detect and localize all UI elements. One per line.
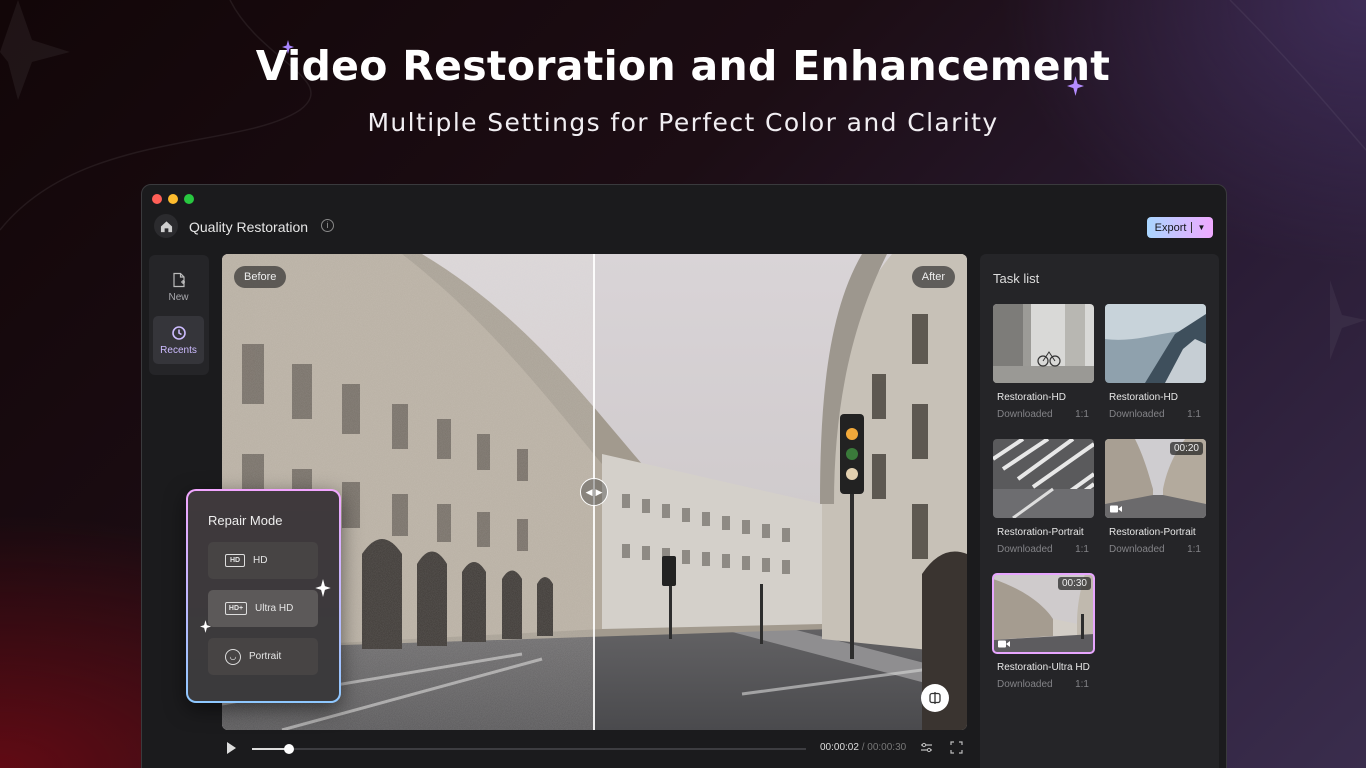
chevron-down-icon[interactable]: ▼ <box>1197 223 1205 232</box>
sparkle-icon <box>1067 76 1084 96</box>
sidebar-item-new[interactable]: New <box>153 263 204 311</box>
repair-option-label: HD <box>253 555 268 566</box>
home-button[interactable] <box>154 214 178 238</box>
task-status: Downloaded <box>997 409 1053 420</box>
repair-mode-title: Repair Mode <box>208 513 283 528</box>
task-card-selected[interactable]: 00:30 Restoration-Ultra HD Downloaded 1:1 <box>992 573 1095 690</box>
total-duration: 00:00:30 <box>867 742 907 753</box>
task-card[interactable]: Restoration-HD Downloaded 1:1 <box>1105 304 1206 420</box>
repair-option-portrait[interactable]: ◡ Portrait <box>208 638 318 675</box>
sidebar: New Recents <box>149 255 209 375</box>
task-status: Downloaded <box>997 544 1053 555</box>
close-window-button[interactable] <box>152 194 162 204</box>
task-name: Restoration-Portrait <box>997 527 1084 538</box>
adjust-settings-icon[interactable] <box>919 741 933 755</box>
play-icon[interactable] <box>227 742 236 754</box>
minimize-window-button[interactable] <box>168 194 178 204</box>
task-name: Restoration-HD <box>997 392 1066 403</box>
repair-option-ultra-hd[interactable]: HD+ Ultra HD <box>208 590 318 627</box>
task-name: Restoration-Ultra HD <box>997 662 1090 673</box>
task-list-title: Task list <box>993 271 1040 286</box>
task-ratio: 1:1 <box>1187 544 1201 555</box>
task-status: Downloaded <box>1109 409 1165 420</box>
task-status: Downloaded <box>1109 544 1165 555</box>
video-camera-icon <box>1110 505 1122 513</box>
task-thumbnail: 00:20 <box>1105 439 1206 518</box>
video-camera-icon <box>998 640 1010 648</box>
compare-slider-handle[interactable]: ◀ ▶ <box>580 478 608 506</box>
hd-plus-icon: HD+ <box>225 602 247 615</box>
sparkle-icon <box>200 620 211 633</box>
duration-badge: 00:30 <box>1057 577 1091 590</box>
task-list-panel: Task list Restoration-HD Downloaded 1:1 R… <box>980 254 1219 768</box>
repair-option-label: Portrait <box>249 651 282 662</box>
progress-thumb[interactable] <box>283 744 294 754</box>
maximize-window-button[interactable] <box>184 194 194 204</box>
window-controls <box>152 194 194 204</box>
task-card[interactable]: 00:20 Restoration-Portrait Downloaded 1:1 <box>1105 439 1206 555</box>
hero-subtitle: Multiple Settings for Perfect Color and … <box>367 108 999 137</box>
split-view-icon <box>929 692 941 704</box>
after-label: After <box>911 266 955 288</box>
time-display: 00:00:02 / 00:00:30 <box>820 742 906 753</box>
sidebar-item-label: Recents <box>160 344 197 356</box>
task-card[interactable]: Restoration-Portrait Downloaded 1:1 <box>993 439 1094 555</box>
task-thumbnail <box>1105 304 1206 383</box>
task-thumbnail <box>993 304 1094 383</box>
task-ratio: 1:1 <box>1075 544 1089 555</box>
sparkle-icon <box>315 579 331 597</box>
task-status: Downloaded <box>997 679 1053 690</box>
task-ratio: 1:1 <box>1075 409 1089 420</box>
export-button[interactable]: Export ▼ <box>1147 217 1213 238</box>
fullscreen-icon[interactable] <box>949 741 963 755</box>
sidebar-item-label: New <box>168 291 189 303</box>
home-icon <box>160 220 172 232</box>
sparkle-icon <box>282 40 294 54</box>
portrait-face-icon: ◡ <box>225 648 241 665</box>
task-name: Restoration-Portrait <box>1109 527 1196 538</box>
export-separator <box>1191 222 1193 233</box>
before-label: Before <box>234 266 287 288</box>
recents-icon <box>171 325 186 340</box>
task-thumbnail <box>993 439 1094 518</box>
task-ratio: 1:1 <box>1187 409 1201 420</box>
repair-option-label: Ultra HD <box>255 603 294 614</box>
playback-bar: 00:00:02 / 00:00:30 <box>222 737 967 759</box>
compare-toggle-button[interactable] <box>921 684 949 712</box>
task-thumbnail: 00:30 <box>992 573 1095 654</box>
current-time: 00:00:02 <box>820 742 859 753</box>
chevron-right-icon: ▶ <box>595 486 603 497</box>
hero-title: Video Restoration and Enhancement <box>255 42 1111 90</box>
progress-track[interactable] <box>252 744 806 754</box>
title-bar: Quality Restoration i Export ▼ <box>142 209 1226 249</box>
time-separator: / <box>861 742 865 753</box>
repair-option-hd[interactable]: HD HD <box>208 542 318 579</box>
chevron-left-icon: ◀ <box>585 486 593 497</box>
page-title: Quality Restoration <box>189 219 309 235</box>
hd-icon: HD <box>225 554 245 567</box>
sidebar-item-recents[interactable]: Recents <box>153 316 204 364</box>
task-ratio: 1:1 <box>1075 679 1089 690</box>
new-file-icon <box>172 272 185 287</box>
task-card[interactable]: Restoration-HD Downloaded 1:1 <box>993 304 1094 420</box>
task-name: Restoration-HD <box>1109 392 1178 403</box>
info-icon[interactable]: i <box>321 219 334 232</box>
export-label: Export <box>1154 221 1187 234</box>
duration-badge: 00:20 <box>1169 442 1203 455</box>
